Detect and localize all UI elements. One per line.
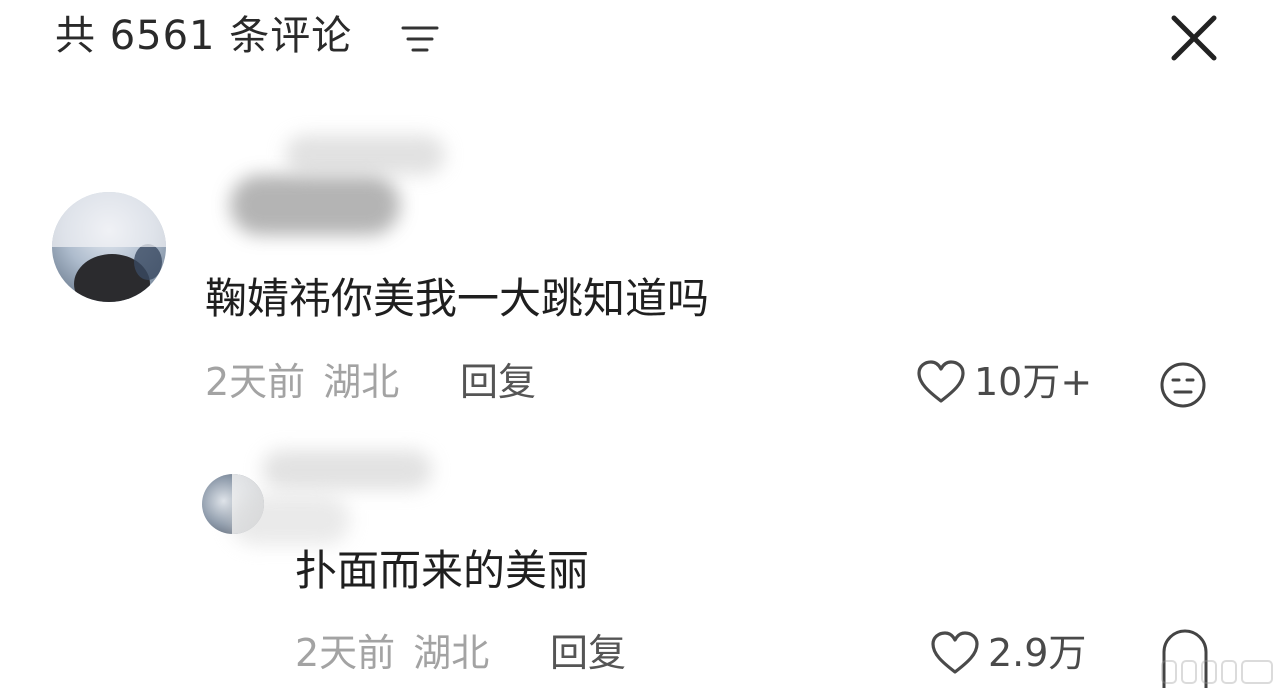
comment-time: 2天前 [205, 360, 306, 404]
watermark-logo [1161, 660, 1273, 684]
like-count: 10万+ [974, 360, 1093, 404]
close-icon[interactable] [1168, 12, 1220, 64]
blurred-username [230, 175, 400, 235]
reply-button[interactable]: 回复 [460, 357, 536, 407]
blurred-username [262, 450, 432, 490]
blurred-username-shadow [285, 135, 445, 175]
comment-text: 鞠婧祎你美我一大跳知道吗 [205, 274, 710, 323]
like-button[interactable]: 2.9万 [930, 628, 1086, 678]
comment-location: 湖北 [323, 360, 400, 404]
comment-meta: 2天前 湖北 [205, 357, 399, 407]
avatar-image [52, 192, 166, 302]
reply-button[interactable]: 回复 [550, 628, 626, 678]
heart-outline-icon [917, 360, 965, 403]
heart-outline-icon [931, 631, 979, 674]
comment-time: 2天前 [295, 631, 396, 675]
neutral-face-icon[interactable] [1158, 360, 1208, 410]
comment-meta: 2天前 湖北 [295, 628, 489, 678]
comments-panel: 共 6561 条评论 鞠婧祎你美我一大跳知道吗 2天前 湖北 回复 10万+ 扑… [0, 0, 1284, 695]
like-button[interactable]: 10万+ [916, 357, 1092, 407]
sort-lines-icon[interactable] [400, 22, 440, 56]
blurred-username-shadow [230, 495, 350, 545]
avatar[interactable] [52, 192, 166, 302]
comment-count-title: 共 6561 条评论 [55, 13, 353, 59]
like-count: 2.9万 [988, 631, 1087, 675]
comment-location: 湖北 [413, 631, 490, 675]
comment-text: 扑面而来的美丽 [295, 546, 590, 595]
